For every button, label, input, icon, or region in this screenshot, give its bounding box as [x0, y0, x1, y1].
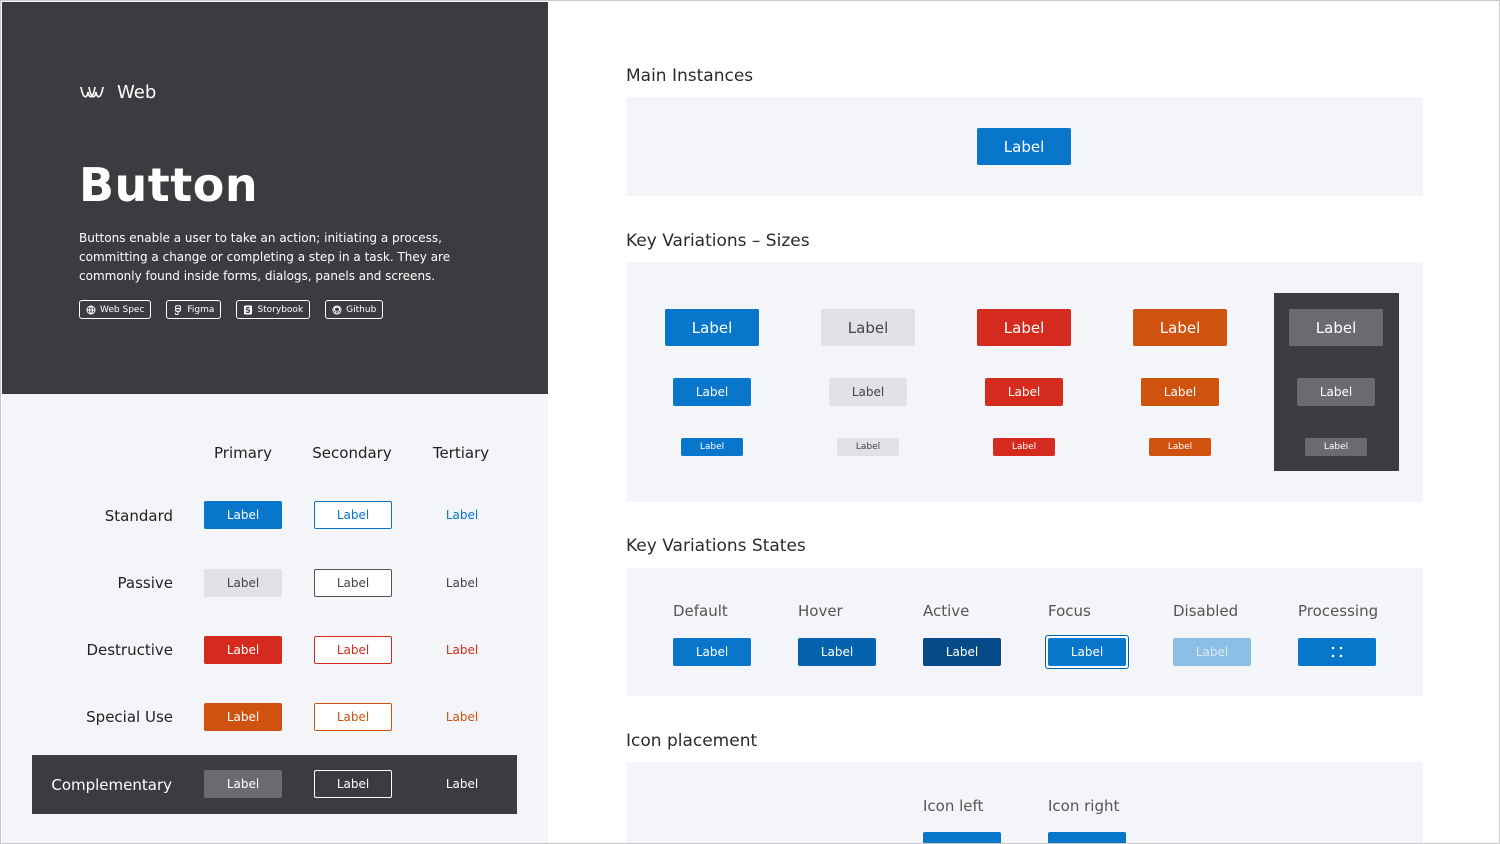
- row-label-passive: Passive: [117, 574, 173, 592]
- standard-primary-button[interactable]: Label: [204, 501, 282, 529]
- section-title-main-instances: Main Instances: [626, 66, 754, 86]
- link-label: Web Spec: [100, 304, 145, 315]
- size-large-destructive-button[interactable]: Label: [977, 309, 1071, 346]
- brand: Web: [79, 82, 156, 103]
- canvas: Web Button Buttons enable a user to take…: [0, 0, 1500, 844]
- size-small-special-button[interactable]: Label: [1149, 438, 1211, 456]
- state-disabled-button: Label: [1173, 638, 1251, 666]
- size-medium-passive-button[interactable]: Label: [829, 378, 907, 406]
- passive-secondary-button[interactable]: Label: [314, 569, 392, 597]
- special-secondary-button[interactable]: Label: [314, 703, 392, 731]
- state-label-default: Default: [673, 602, 728, 620]
- state-active-button[interactable]: Label: [923, 638, 1001, 666]
- passive-tertiary-button[interactable]: Label: [423, 569, 501, 597]
- icon-placement-panel: [626, 762, 1423, 843]
- special-tertiary-button[interactable]: Label: [423, 703, 501, 731]
- section-title-icon-placement: Icon placement: [626, 731, 758, 751]
- svg-text:S: S: [246, 306, 251, 315]
- mozilla-style-logo-icon: [80, 86, 104, 97]
- size-large-complementary-button[interactable]: Label: [1289, 309, 1383, 346]
- state-label-focus: Focus: [1048, 602, 1091, 620]
- row-label-special-use: Special Use: [86, 708, 173, 726]
- resource-links: Web Spec Figma S Storybook Github: [79, 300, 384, 319]
- state-label-hover: Hover: [798, 602, 843, 620]
- link-github[interactable]: Github: [325, 300, 384, 319]
- passive-primary-button[interactable]: Label: [204, 569, 282, 597]
- section-title-sizes: Key Variations – Sizes: [626, 231, 810, 251]
- destructive-tertiary-button[interactable]: Label: [423, 636, 501, 664]
- complementary-band: Complementary Label Label Label: [32, 755, 517, 814]
- github-icon: [332, 305, 342, 314]
- special-primary-button[interactable]: Label: [204, 703, 282, 731]
- destructive-primary-button[interactable]: Label: [204, 636, 282, 664]
- size-small-complementary-button[interactable]: Label: [1305, 438, 1367, 456]
- storybook-icon: S: [244, 305, 253, 315]
- state-default-button[interactable]: Label: [673, 638, 751, 666]
- size-small-destructive-button[interactable]: Label: [993, 438, 1055, 456]
- icon-left-button[interactable]: [923, 832, 1001, 843]
- column-header-primary: Primary: [214, 444, 272, 462]
- state-label-active: Active: [923, 602, 970, 620]
- destructive-secondary-button[interactable]: Label: [314, 636, 392, 664]
- hero: Web Button Buttons enable a user to take…: [2, 2, 548, 394]
- row-label-destructive: Destructive: [86, 641, 173, 659]
- size-large-primary-button[interactable]: Label: [665, 309, 759, 346]
- state-label-disabled: Disabled: [1173, 602, 1239, 620]
- state-hover-button[interactable]: Label: [798, 638, 876, 666]
- size-large-special-button[interactable]: Label: [1133, 309, 1227, 346]
- column-header-secondary: Secondary: [312, 444, 392, 462]
- link-web-spec[interactable]: Web Spec: [79, 300, 152, 319]
- size-medium-complementary-button[interactable]: Label: [1297, 378, 1375, 406]
- complementary-secondary-button[interactable]: Label: [314, 770, 392, 798]
- state-processing-button[interactable]: [1298, 638, 1376, 666]
- link-label: Storybook: [257, 304, 304, 315]
- brand-name: Web: [117, 82, 157, 103]
- figma-icon: [175, 304, 182, 315]
- link-label: Figma: [187, 304, 215, 315]
- complementary-tertiary-button[interactable]: Label: [423, 770, 501, 798]
- page-title: Button: [79, 158, 259, 212]
- states-panel: [626, 568, 1423, 696]
- size-small-primary-button[interactable]: Label: [681, 438, 743, 456]
- size-medium-destructive-button[interactable]: Label: [985, 378, 1063, 406]
- standard-tertiary-button[interactable]: Label: [423, 501, 501, 529]
- size-medium-primary-button[interactable]: Label: [673, 378, 751, 406]
- link-label: Github: [346, 304, 377, 315]
- state-focus-button[interactable]: Label: [1048, 638, 1126, 666]
- spinner-icon: [1331, 646, 1343, 658]
- icon-right-label: Icon right: [1048, 797, 1120, 815]
- complementary-primary-button[interactable]: Label: [204, 770, 282, 798]
- size-small-passive-button[interactable]: Label: [837, 438, 899, 456]
- state-label-processing: Processing: [1298, 602, 1379, 620]
- size-medium-special-button[interactable]: Label: [1141, 378, 1219, 406]
- icon-left-label: Icon left: [923, 797, 984, 815]
- link-figma[interactable]: Figma: [166, 300, 222, 319]
- main-instance-button[interactable]: Label: [977, 128, 1071, 165]
- page-description: Buttons enable a user to take an action;…: [79, 231, 451, 283]
- standard-secondary-button[interactable]: Label: [314, 501, 392, 529]
- row-label-complementary: Complementary: [51, 776, 172, 794]
- link-storybook[interactable]: S Storybook: [236, 300, 311, 319]
- size-large-passive-button[interactable]: Label: [821, 309, 915, 346]
- section-title-states: Key Variations States: [626, 536, 806, 556]
- left-panel: Web Button Buttons enable a user to take…: [2, 2, 548, 843]
- icon-right-button[interactable]: [1048, 832, 1126, 843]
- column-header-tertiary: Tertiary: [432, 444, 490, 462]
- row-label-standard: Standard: [104, 507, 173, 525]
- globe-icon: [86, 305, 96, 314]
